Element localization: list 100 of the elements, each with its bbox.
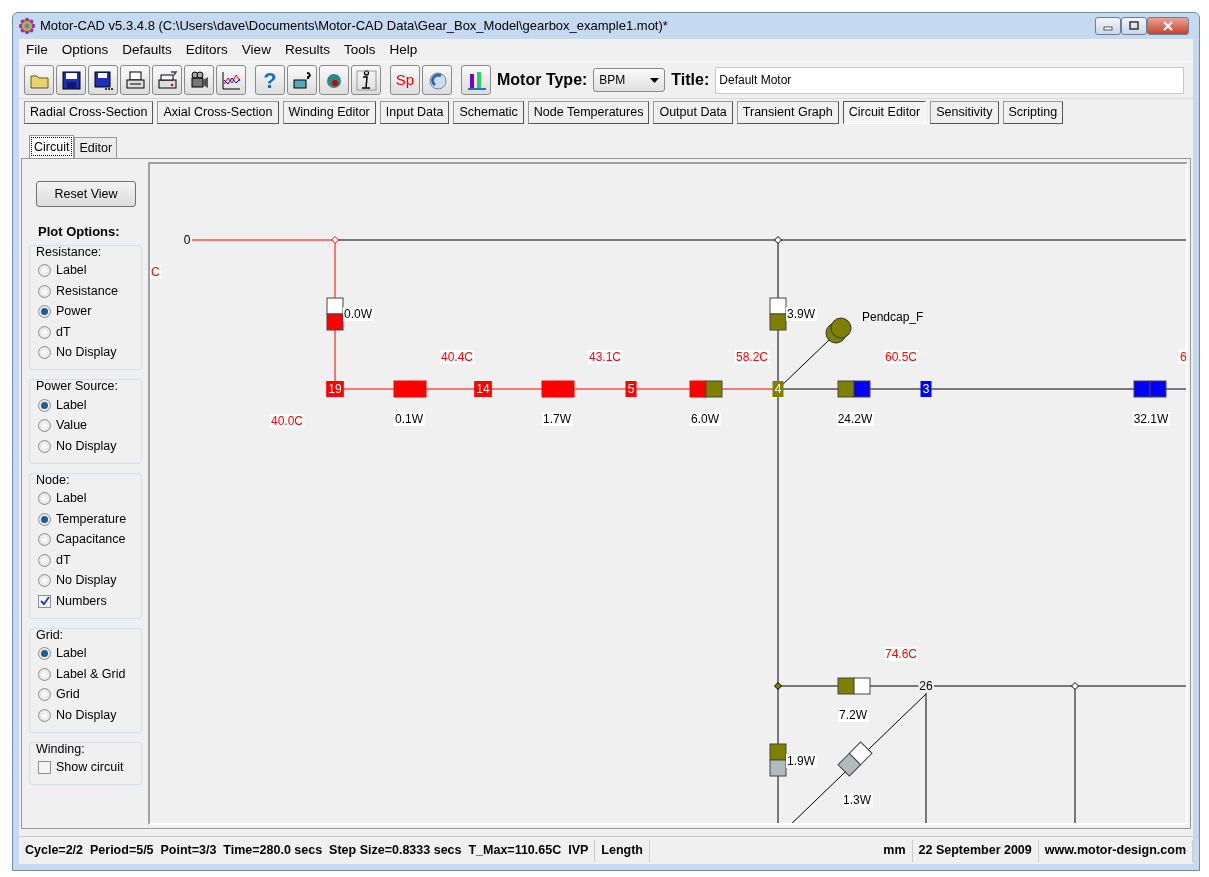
tab[interactable]: Circuit Editor <box>842 101 927 124</box>
title-label: Title: <box>671 70 710 90</box>
book-question-icon <box>291 69 313 91</box>
checkbox[interactable] <box>38 761 51 775</box>
option-label[interactable]: Numbers <box>56 591 107 611</box>
reset-view-button[interactable]: Reset View <box>36 181 136 207</box>
resistor-symbol <box>837 380 871 398</box>
junction-marker <box>774 236 782 244</box>
option-label[interactable]: Show circuit <box>56 758 124 778</box>
radio-button[interactable] <box>38 419 51 433</box>
option-label[interactable]: Label <box>56 261 87 281</box>
tab[interactable]: Schematic <box>453 101 524 124</box>
option-label[interactable]: Capacitance <box>56 530 126 550</box>
radio-button[interactable] <box>38 284 51 298</box>
toolbar-button[interactable] <box>152 65 182 95</box>
option-label[interactable]: No Display <box>56 436 117 456</box>
power-value-label: 24.2W <box>836 412 874 426</box>
resistor-symbol <box>393 380 427 398</box>
status-text: Length <box>595 839 650 862</box>
motor-type-dropdown[interactable]: BPM <box>593 68 666 92</box>
power-value-label: 1.7W <box>542 412 573 426</box>
spell-button[interactable]: Sp <box>390 65 420 95</box>
radio-button[interactable] <box>38 325 51 339</box>
menu-item[interactable]: Results <box>277 39 337 61</box>
radio-button[interactable] <box>38 647 51 661</box>
radio-button[interactable] <box>38 492 51 506</box>
toolbar-button[interactable] <box>120 65 150 95</box>
app-logo-icon <box>19 18 35 34</box>
radio-button[interactable] <box>38 264 51 278</box>
toolbar-button[interactable] <box>461 65 491 95</box>
tab[interactable]: Editor <box>74 137 118 158</box>
help-button[interactable]: ? <box>255 65 285 95</box>
menu-item[interactable]: Defaults <box>115 39 179 61</box>
option-label[interactable]: No Display <box>56 343 117 363</box>
checkmark-icon <box>39 596 50 607</box>
radio-button[interactable] <box>38 512 51 526</box>
radio-button[interactable] <box>38 688 51 702</box>
floppy-disk-dots-icon <box>92 69 114 91</box>
tab[interactable]: Scripting <box>1002 101 1064 124</box>
group-title: Winding: <box>36 740 86 757</box>
radio-button[interactable] <box>38 553 51 567</box>
toolbar-button[interactable] <box>287 65 317 95</box>
radio-button[interactable] <box>38 398 51 412</box>
option-label[interactable]: Label <box>56 395 87 415</box>
motor-type-label: Motor Type: <box>497 70 588 90</box>
bar-plot-icon <box>465 69 487 91</box>
radio-button[interactable] <box>38 439 51 453</box>
toolbar-button[interactable] <box>88 65 118 95</box>
option-label[interactable]: No Display <box>56 571 117 591</box>
option-label[interactable]: Grid <box>56 685 80 705</box>
option-label[interactable]: Resistance <box>56 281 118 301</box>
power-value-label: 32.1W <box>1132 412 1170 426</box>
minimize-button[interactable] <box>1095 17 1121 35</box>
checkbox[interactable] <box>38 594 51 608</box>
resistor-symbol <box>837 741 873 777</box>
menu-item[interactable]: Options <box>54 39 116 61</box>
camera-icon <box>188 69 210 91</box>
toolbar-button[interactable] <box>184 65 214 95</box>
radio-button[interactable] <box>38 346 51 360</box>
toolbar-button[interactable] <box>56 65 86 95</box>
tab[interactable]: Axial Cross-Section <box>157 101 279 124</box>
power-value-label: 6.0W <box>690 412 721 426</box>
printer-icon <box>124 69 146 91</box>
option-label[interactable]: No Display <box>56 705 117 725</box>
option-label[interactable]: dT <box>56 322 71 342</box>
component-label: Pendcap_F <box>861 310 925 324</box>
option-label[interactable]: Value <box>56 416 88 436</box>
tab[interactable]: Transient Graph <box>736 101 839 124</box>
radio-button[interactable] <box>38 574 51 588</box>
group-title: Power Source: <box>36 378 119 394</box>
power-value-label: 1.3W <box>842 793 873 807</box>
option-label[interactable]: Label <box>56 489 87 509</box>
option-label[interactable]: Temperature <box>56 509 127 529</box>
tab[interactable]: Sensitivity <box>930 101 999 124</box>
tab[interactable]: Node Temperatures <box>527 101 650 124</box>
menu-item[interactable]: File <box>19 39 55 61</box>
tab[interactable]: Output Data <box>653 101 733 124</box>
option-label[interactable]: dT <box>56 550 71 570</box>
printer-wrench-icon <box>156 69 178 91</box>
menu-item[interactable]: Help <box>382 39 425 61</box>
radio-button[interactable] <box>38 533 51 547</box>
info-icon <box>355 69 377 91</box>
menu-item[interactable]: Editors <box>178 39 235 61</box>
option-label[interactable]: Power <box>56 302 92 322</box>
maximize-button[interactable] <box>1121 17 1147 35</box>
tab[interactable]: Radial Cross-Section <box>24 101 154 124</box>
option-label[interactable]: Label <box>56 644 87 664</box>
toolbar-button[interactable] <box>351 65 381 95</box>
radio-button[interactable] <box>38 667 51 681</box>
tab[interactable]: Winding Editor <box>282 101 376 124</box>
menu-item[interactable]: View <box>234 39 278 61</box>
tab[interactable]: Input Data <box>379 101 450 124</box>
option-label[interactable]: Label & Grid <box>56 664 126 684</box>
close-button[interactable] <box>1147 17 1189 35</box>
radio-button[interactable] <box>38 708 51 722</box>
title-field[interactable]: Default Motor <box>715 66 1184 94</box>
tab[interactable]: Circuit <box>29 135 75 158</box>
radio-button[interactable] <box>38 305 51 319</box>
temperature-label: 6 <box>1179 350 1186 364</box>
menu-item[interactable]: Tools <box>336 39 383 61</box>
